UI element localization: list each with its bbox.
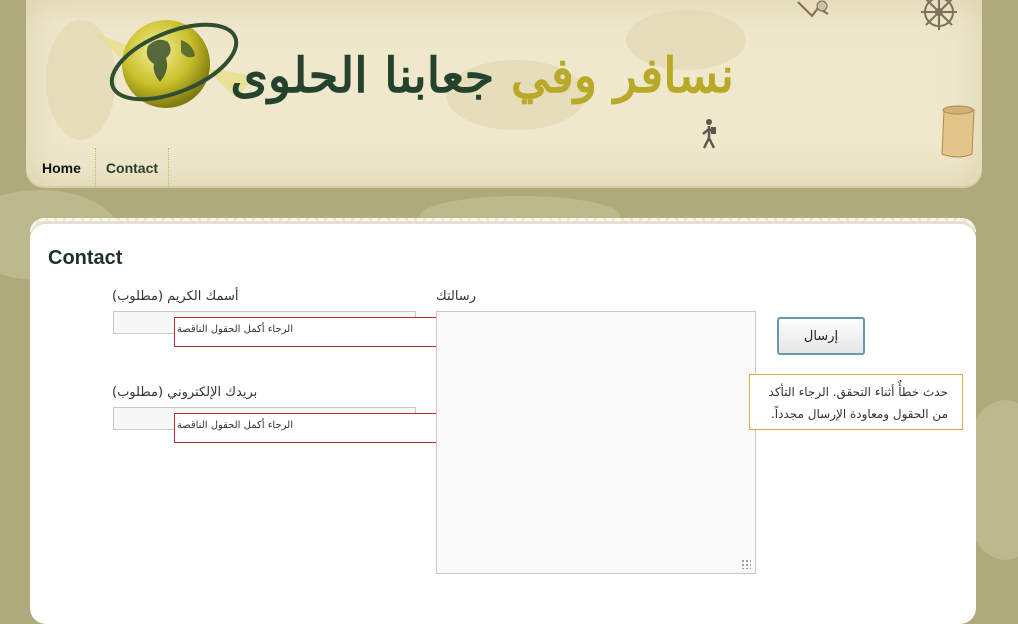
page-title: Contact (48, 247, 123, 269)
send-button[interactable]: إرسال (777, 317, 865, 355)
ship-wheel-icon (921, 0, 957, 30)
resize-grip-icon[interactable] (741, 559, 751, 569)
nav-item-home[interactable]: Home (28, 148, 95, 186)
email-field-label: بريدك الإلكتروني (مطلوب) (112, 385, 258, 400)
name-field-label: أسمك الكريم (مطلوب) (112, 289, 239, 304)
message-field-label: رسالتك (436, 289, 476, 304)
nav-divider (168, 148, 170, 186)
parrot-icon (797, 0, 829, 18)
status-message-line: حدث خطأٌ أثناء التحقق. الرجاء التأكد (768, 385, 948, 399)
site-header: نسافر وفي جعابنا الحلوى Home Contact (26, 0, 982, 186)
hiker-icon (702, 119, 716, 149)
nav-item-contact[interactable]: Contact (96, 148, 168, 186)
site-title: نسافر وفي جعابنا الحلوى (230, 40, 734, 112)
site-title-gold-part: نسافر وفي (510, 48, 734, 104)
scroll-icon (941, 105, 975, 158)
main-nav: Home Contact (28, 148, 170, 186)
status-message-line: من الحقول ومعاودة الإرسال مجدداً. (770, 407, 948, 421)
email-error-tooltip: الرجاء أكمل الحقول الناقصة (174, 413, 460, 443)
site-title-dark-part: جعابنا الحلوى (230, 48, 495, 104)
name-error-tooltip: الرجاء أكمل الحقول الناقصة (174, 317, 460, 347)
message-textarea[interactable] (436, 311, 756, 574)
validation-status-message: حدث خطأٌ أثناء التحقق. الرجاء التأكد من … (749, 374, 963, 430)
